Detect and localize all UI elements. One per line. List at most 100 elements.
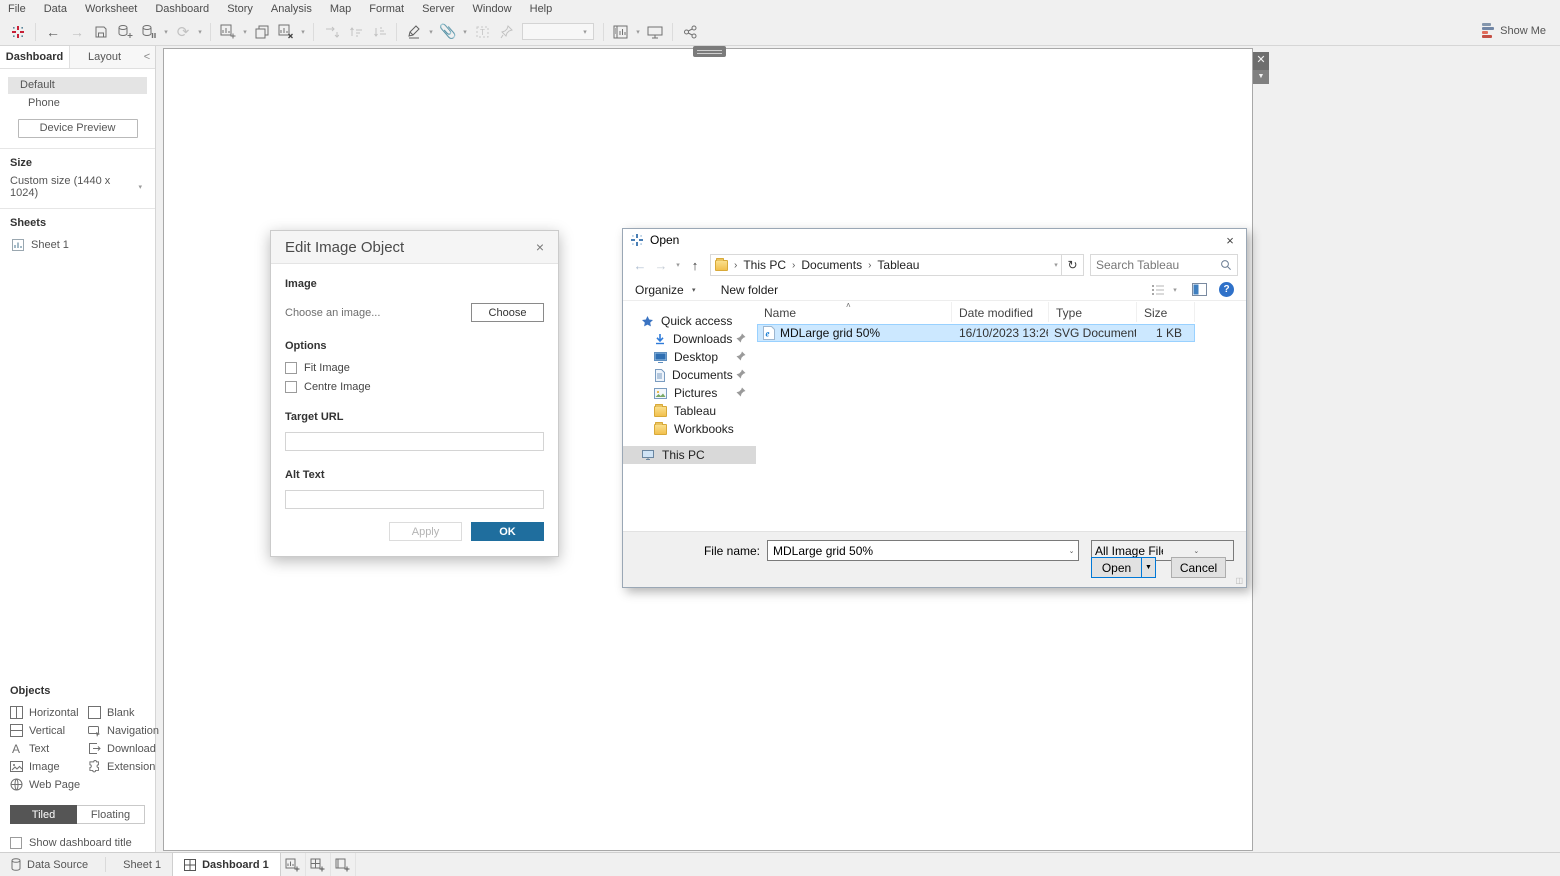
new-data-source-icon[interactable] — [113, 21, 137, 43]
change-view-button[interactable]: ▾ — [1151, 284, 1180, 296]
swap-rows-columns-icon[interactable] — [319, 21, 343, 43]
device-default-item[interactable]: Default — [8, 77, 147, 94]
centre-image-checkbox[interactable] — [285, 381, 297, 393]
object-drag-handle[interactable] — [693, 46, 726, 57]
sort-ascending-icon[interactable] — [343, 21, 367, 43]
nav-this-pc[interactable]: This PC — [623, 446, 756, 464]
preview-pane-icon[interactable] — [1192, 283, 1207, 296]
refresh-icon[interactable]: ↻ — [1061, 255, 1083, 275]
menu-help[interactable]: Help — [530, 3, 553, 15]
nav-quick-access[interactable]: Quick access — [623, 312, 756, 330]
tab-layout[interactable]: Layout — [70, 46, 139, 68]
organize-button[interactable]: Organize ▾ — [635, 283, 699, 297]
breadcrumb-tableau[interactable]: Tableau — [877, 258, 919, 272]
fit-image-checkbox[interactable] — [285, 362, 297, 374]
nav-documents[interactable]: Documents — [623, 366, 756, 384]
menu-data[interactable]: Data — [44, 3, 67, 15]
presentation-mode-icon[interactable] — [643, 21, 667, 43]
tableau-logo-icon[interactable] — [6, 21, 30, 43]
cancel-button[interactable]: Cancel — [1171, 557, 1226, 578]
nav-workbooks-folder[interactable]: Workbooks — [623, 420, 756, 438]
menu-analysis[interactable]: Analysis — [271, 3, 312, 15]
share-icon[interactable] — [678, 21, 702, 43]
file-name-caret[interactable]: ⌄ — [1068, 547, 1078, 555]
undo-icon[interactable]: ← — [41, 21, 65, 43]
new-folder-button[interactable]: New folder — [721, 283, 778, 297]
alt-text-input[interactable] — [285, 490, 544, 509]
collapse-pane-button[interactable]: < — [139, 46, 155, 68]
show-hide-cards-icon[interactable] — [609, 21, 633, 43]
column-header-name[interactable]: Name — [757, 302, 952, 322]
fit-selector[interactable]: ▾ — [522, 23, 594, 40]
pin-icon[interactable] — [736, 369, 746, 379]
pin-icon[interactable] — [736, 351, 746, 361]
highlight-caret[interactable]: ▾ — [426, 28, 436, 36]
paperclip-caret[interactable]: ▾ — [460, 28, 470, 36]
run-update-icon[interactable]: ⟳ — [171, 21, 195, 43]
object-image[interactable]: Image — [10, 760, 88, 773]
show-mark-labels-icon[interactable]: T — [470, 21, 494, 43]
redo-icon[interactable]: → — [65, 21, 89, 43]
object-web-page[interactable]: Web Page — [10, 778, 88, 791]
nav-up-icon[interactable]: ↑ — [686, 258, 704, 273]
apply-button[interactable]: Apply — [389, 522, 462, 541]
pause-auto-updates-caret[interactable]: ▾ — [161, 28, 171, 36]
menu-story[interactable]: Story — [227, 3, 253, 15]
paperclip-icon[interactable]: 📎 — [436, 21, 460, 43]
address-dropdown-caret[interactable]: ▾ — [1051, 261, 1061, 269]
object-navigation[interactable]: Navigation — [88, 724, 159, 737]
run-update-caret[interactable]: ▾ — [195, 28, 205, 36]
remove-object-button[interactable]: ✕ — [1253, 52, 1269, 70]
sheet-list-item-sheet1[interactable]: Sheet 1 — [0, 231, 155, 255]
tab-dashboard[interactable]: Dashboard — [0, 46, 70, 68]
new-dashboard-tab-button[interactable] — [306, 853, 331, 876]
floating-button[interactable]: Floating — [77, 805, 145, 824]
show-dashboard-title-checkbox[interactable] — [10, 837, 22, 849]
address-bar[interactable]: › This PC › Documents › Tableau ▾ ↻ — [710, 254, 1084, 276]
nav-downloads[interactable]: Downloads — [623, 330, 756, 348]
tiled-button[interactable]: Tiled — [10, 805, 77, 824]
show-hide-cards-caret[interactable]: ▾ — [633, 28, 643, 36]
column-header-size[interactable]: Size — [1137, 302, 1195, 322]
edit-dialog-close-icon[interactable]: × — [536, 239, 544, 255]
duplicate-icon[interactable] — [250, 21, 274, 43]
nav-tableau-folder[interactable]: Tableau — [623, 402, 756, 420]
file-row-selected[interactable]: e MDLarge grid 50% 16/10/2023 13:26 SVG … — [757, 324, 1195, 342]
menu-file[interactable]: File — [8, 3, 26, 15]
file-name-input[interactable] — [768, 544, 1068, 558]
nav-forward-icon[interactable]: → — [652, 258, 670, 273]
data-source-tab[interactable]: Data Source — [0, 853, 99, 876]
help-icon[interactable]: ? — [1219, 282, 1234, 297]
search-icon[interactable] — [1220, 259, 1232, 271]
search-input[interactable] — [1096, 258, 1220, 272]
choose-button[interactable]: Choose — [471, 303, 544, 322]
nav-desktop[interactable]: Desktop — [623, 348, 756, 366]
object-horizontal[interactable]: Horizontal — [10, 706, 88, 719]
fix-axes-icon[interactable] — [494, 21, 518, 43]
breadcrumb-this-pc[interactable]: This PC — [743, 258, 786, 272]
menu-worksheet[interactable]: Worksheet — [85, 3, 137, 15]
object-blank[interactable]: Blank — [88, 706, 159, 719]
nav-back-icon[interactable]: ← — [631, 258, 649, 273]
open-dialog-close-icon[interactable]: × — [1214, 233, 1246, 248]
clear-sheet-icon[interactable] — [274, 21, 298, 43]
device-preview-button[interactable]: Device Preview — [18, 119, 138, 138]
target-url-input[interactable] — [285, 432, 544, 451]
column-header-date-modified[interactable]: Date modified — [952, 302, 1049, 322]
object-text[interactable]: A Text — [10, 742, 88, 755]
open-button[interactable]: Open — [1091, 557, 1142, 578]
object-options-caret[interactable]: ▼ — [1253, 70, 1269, 84]
new-worksheet-caret[interactable]: ▾ — [240, 28, 250, 36]
menu-map[interactable]: Map — [330, 3, 351, 15]
menu-server[interactable]: Server — [422, 3, 454, 15]
nav-history-caret[interactable]: ▾ — [673, 261, 683, 269]
sort-descending-icon[interactable] — [367, 21, 391, 43]
open-button-caret[interactable]: ▼ — [1142, 557, 1156, 578]
pause-auto-updates-icon[interactable] — [137, 21, 161, 43]
new-story-tab-button[interactable] — [331, 853, 356, 876]
menu-window[interactable]: Window — [473, 3, 512, 15]
pin-icon[interactable] — [736, 333, 746, 343]
column-header-type[interactable]: Type — [1049, 302, 1137, 322]
device-phone-item[interactable]: Phone — [8, 94, 147, 112]
ok-button[interactable]: OK — [471, 522, 544, 541]
